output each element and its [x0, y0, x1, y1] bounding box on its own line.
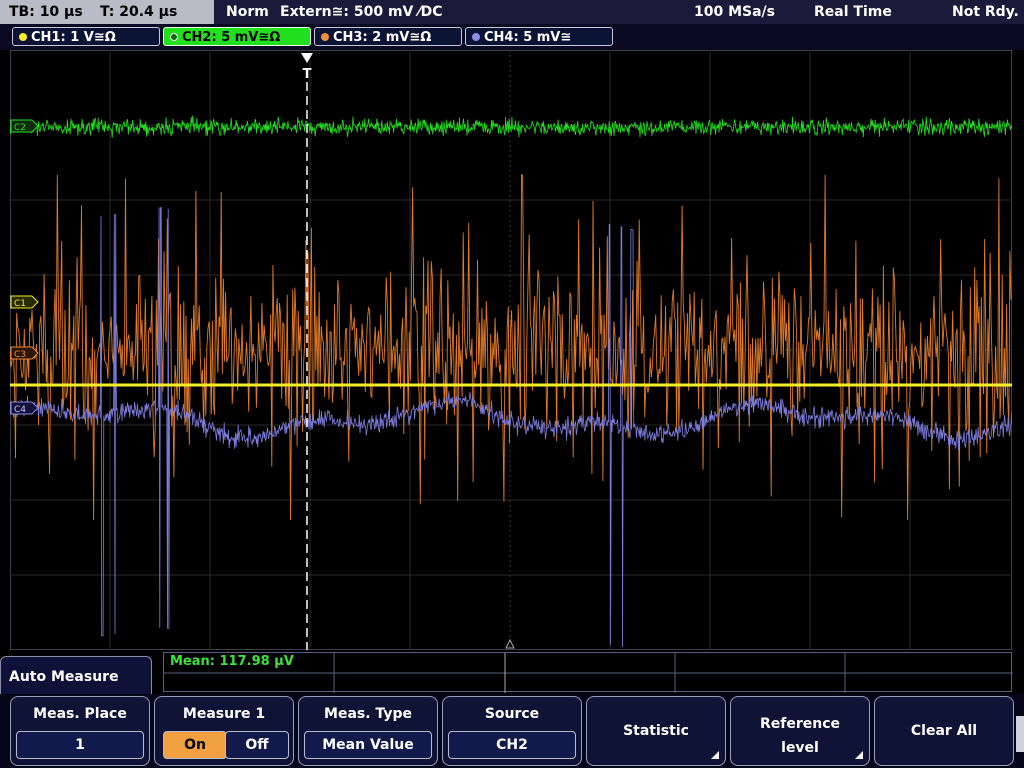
- meas-type-title: Meas. Type: [324, 706, 412, 722]
- reference-label-line1: Reference: [759, 716, 841, 732]
- ch2-marker-label: C2: [14, 123, 26, 133]
- trigger-marker-label: T: [303, 67, 312, 82]
- measure1-key[interactable]: Measure 1 On Off: [154, 696, 294, 766]
- meas-type-key[interactable]: Meas. Type Mean Value: [298, 696, 438, 766]
- ch2-dot-icon: [170, 33, 178, 41]
- timebase-value: TB: 10 µs: [9, 4, 83, 20]
- channel-1-label: CH1: 1 V≅Ω: [31, 30, 116, 45]
- measurement-results: Mean: 117.98 µV: [163, 652, 1013, 693]
- ch3-marker-label: C3: [14, 350, 26, 360]
- meas-type-value[interactable]: Mean Value: [304, 731, 432, 759]
- measure1-off-button[interactable]: Off: [225, 731, 289, 759]
- ch4-dot-icon: [472, 33, 480, 41]
- clear-all-key[interactable]: Clear All: [874, 696, 1014, 766]
- status-bar: TB: 10 µs T: 20.4 µs Norm Extern≅: 500 m…: [0, 0, 1024, 24]
- acquisition-state: Not Rdy.: [952, 4, 1019, 20]
- channel-bar: CH1: 1 V≅Ω CH2: 5 mV≅Ω CH3: 2 mV≅Ω CH4: …: [0, 24, 1024, 50]
- ch1-marker-label: C1: [14, 299, 26, 309]
- source-value[interactable]: CH2: [448, 731, 576, 759]
- measure1-title: Measure 1: [182, 706, 266, 722]
- channel-2-label: CH2: 5 mV≅Ω: [182, 30, 281, 45]
- channel-1-tab[interactable]: CH1: 1 V≅Ω: [12, 27, 160, 46]
- submenu-arrow-icon: [855, 751, 863, 759]
- channel-4-tab[interactable]: CH4: 5 mV≅: [465, 27, 613, 46]
- ch1-dot-icon: [19, 33, 27, 41]
- trigger-source[interactable]: Extern≅: 500 mV ⁄DC: [280, 0, 442, 24]
- channel-3-label: CH3: 2 mV≅Ω: [333, 30, 432, 45]
- reference-level-key[interactable]: Reference level: [730, 696, 870, 766]
- source-key[interactable]: Source CH2: [442, 696, 582, 766]
- reference-label-line2: level: [781, 740, 819, 756]
- measure1-on-button[interactable]: On: [163, 731, 227, 759]
- meas-place-key[interactable]: Meas. Place 1: [10, 696, 150, 766]
- menu-scroll-tab[interactable]: [1016, 716, 1024, 752]
- trigger-time-value: T: 20.4 µs: [100, 4, 178, 20]
- mean-result: Mean: 117.98 µV: [170, 654, 294, 669]
- ch4-marker-label: C4: [14, 405, 26, 415]
- channel-4-label: CH4: 5 mV≅: [484, 30, 572, 45]
- statistic-label: Statistic: [623, 723, 689, 739]
- waveform-display[interactable]: T C2 C1 C3 C4: [10, 50, 1012, 650]
- source-title: Source: [484, 706, 540, 722]
- trigger-mode[interactable]: Norm: [226, 0, 269, 24]
- statistic-key[interactable]: Statistic: [586, 696, 726, 766]
- timebase-box[interactable]: TB: 10 µs T: 20.4 µs: [0, 0, 214, 24]
- meas-place-value[interactable]: 1: [16, 731, 144, 759]
- channel-2-tab[interactable]: CH2: 5 mV≅Ω: [163, 27, 311, 46]
- channel-3-tab[interactable]: CH3: 2 mV≅Ω: [314, 27, 462, 46]
- acquisition-mode: Real Time: [814, 4, 892, 20]
- submenu-arrow-icon: [711, 751, 719, 759]
- softkey-bar: Meas. Place 1 Measure 1 On Off Meas. Typ…: [0, 694, 1024, 768]
- sample-rate: 100 MSa/s: [694, 4, 776, 20]
- clear-all-label: Clear All: [910, 723, 978, 739]
- meas-place-title: Meas. Place: [33, 706, 127, 722]
- ch3-dot-icon: [321, 33, 329, 41]
